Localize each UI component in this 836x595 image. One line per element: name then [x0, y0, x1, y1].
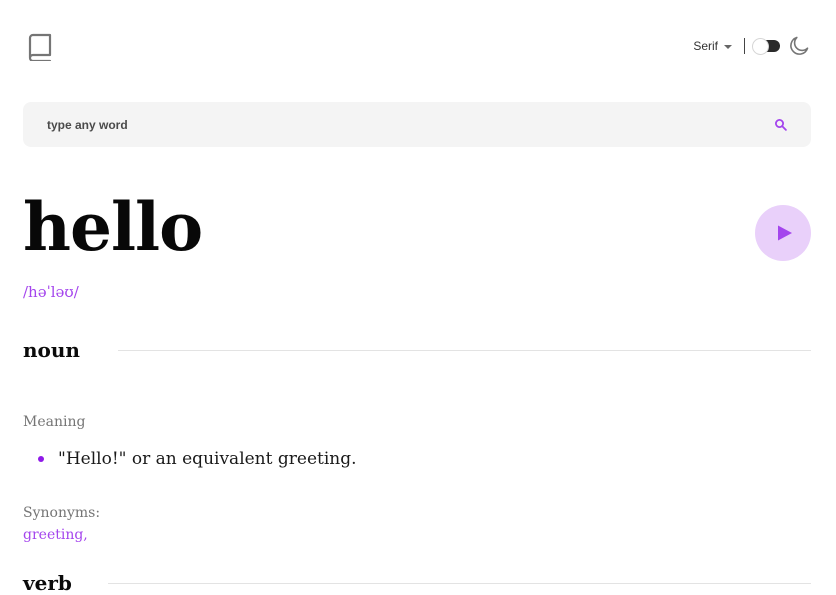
synonyms-label: Synonyms: — [23, 505, 101, 521]
part-of-speech-label: noun — [23, 338, 80, 362]
definition-text: "Hello!" or an equivalent greeting. — [58, 449, 357, 469]
synonym-link[interactable]: greeting, — [23, 527, 88, 543]
word-heading: hello — [23, 188, 203, 266]
theme-toggle[interactable] — [752, 38, 780, 55]
header-controls: Serif — [693, 34, 810, 58]
definition-item: "Hello!" or an equivalent greeting. — [23, 449, 357, 469]
play-audio-button[interactable] — [755, 205, 811, 261]
section-divider — [107, 582, 811, 584]
book-icon[interactable] — [27, 33, 53, 61]
moon-icon[interactable] — [788, 35, 810, 57]
header-divider — [744, 38, 745, 54]
bullet-icon — [38, 456, 44, 462]
search-input[interactable] — [47, 102, 747, 147]
search-icon[interactable] — [774, 118, 788, 132]
toggle-knob — [752, 38, 769, 55]
part-of-speech-label: verb — [23, 571, 72, 595]
search-bar — [23, 102, 811, 147]
part-of-speech-verb: verb — [23, 571, 811, 595]
part-of-speech-noun: noun — [23, 338, 811, 362]
play-icon — [777, 225, 792, 241]
chevron-down-icon — [724, 44, 732, 49]
definition-list: "Hello!" or an equivalent greeting. — [23, 449, 357, 469]
dictionary-app: Serif hello /həˈləʊ/ noun Meaning — [0, 0, 836, 595]
font-select-label: Serif — [693, 39, 718, 53]
section-divider — [117, 349, 811, 351]
font-family-select[interactable]: Serif — [693, 39, 732, 53]
meaning-label: Meaning — [23, 414, 86, 430]
phonetic-text: /həˈləʊ/ — [23, 283, 79, 301]
